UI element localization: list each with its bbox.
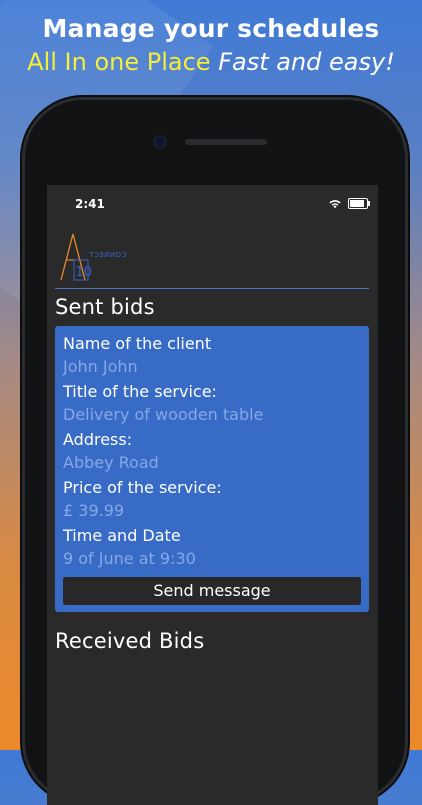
client-name-value: John John	[63, 357, 138, 376]
service-price-value: £ 39.99	[63, 501, 125, 520]
service-title-label: Title of the service:	[63, 382, 217, 401]
service-title-value: Delivery of wooden table	[63, 405, 264, 424]
service-price-label: Price of the service:	[63, 478, 222, 497]
battery-icon	[348, 198, 370, 209]
received-bids-title: Received Bids	[55, 629, 205, 653]
logo-digits: 10	[76, 265, 93, 280]
front-camera	[155, 137, 165, 147]
promo-headline: Manage your schedules All In one Place F…	[0, 12, 422, 78]
app-screen: 2:41 10 CONNECT Sent bids Name of the cl…	[47, 185, 378, 805]
address-value: Abbey Road	[63, 453, 159, 472]
logo-wordmark: CONNECT	[89, 251, 127, 259]
wifi-icon	[329, 200, 341, 209]
promo-tagline: All In one Place Fast and easy!	[0, 46, 422, 78]
phone-frame: 2:41 10 CONNECT Sent bids Name of the cl…	[25, 100, 405, 805]
datetime-label: Time and Date	[63, 526, 181, 545]
status-bar: 2:41	[47, 185, 378, 225]
client-name-label: Name of the client	[63, 334, 212, 353]
promo-tagline-italic: Fast and easy!	[218, 48, 395, 76]
header-divider	[55, 288, 369, 289]
promo-tagline-highlight: All In one Place	[27, 48, 211, 76]
earpiece-speaker	[185, 139, 267, 145]
send-message-button[interactable]: Send message	[63, 577, 361, 605]
app-logo: 10 CONNECT	[55, 230, 135, 282]
bid-card: Name of the client John John Title of th…	[55, 326, 369, 612]
promo-title: Manage your schedules	[42, 14, 380, 43]
status-icons	[328, 198, 370, 209]
address-label: Address:	[63, 430, 133, 449]
status-time: 2:41	[75, 197, 105, 211]
datetime-value: 9 of June at 9:30	[63, 549, 196, 568]
sent-bids-title: Sent bids	[55, 295, 155, 319]
